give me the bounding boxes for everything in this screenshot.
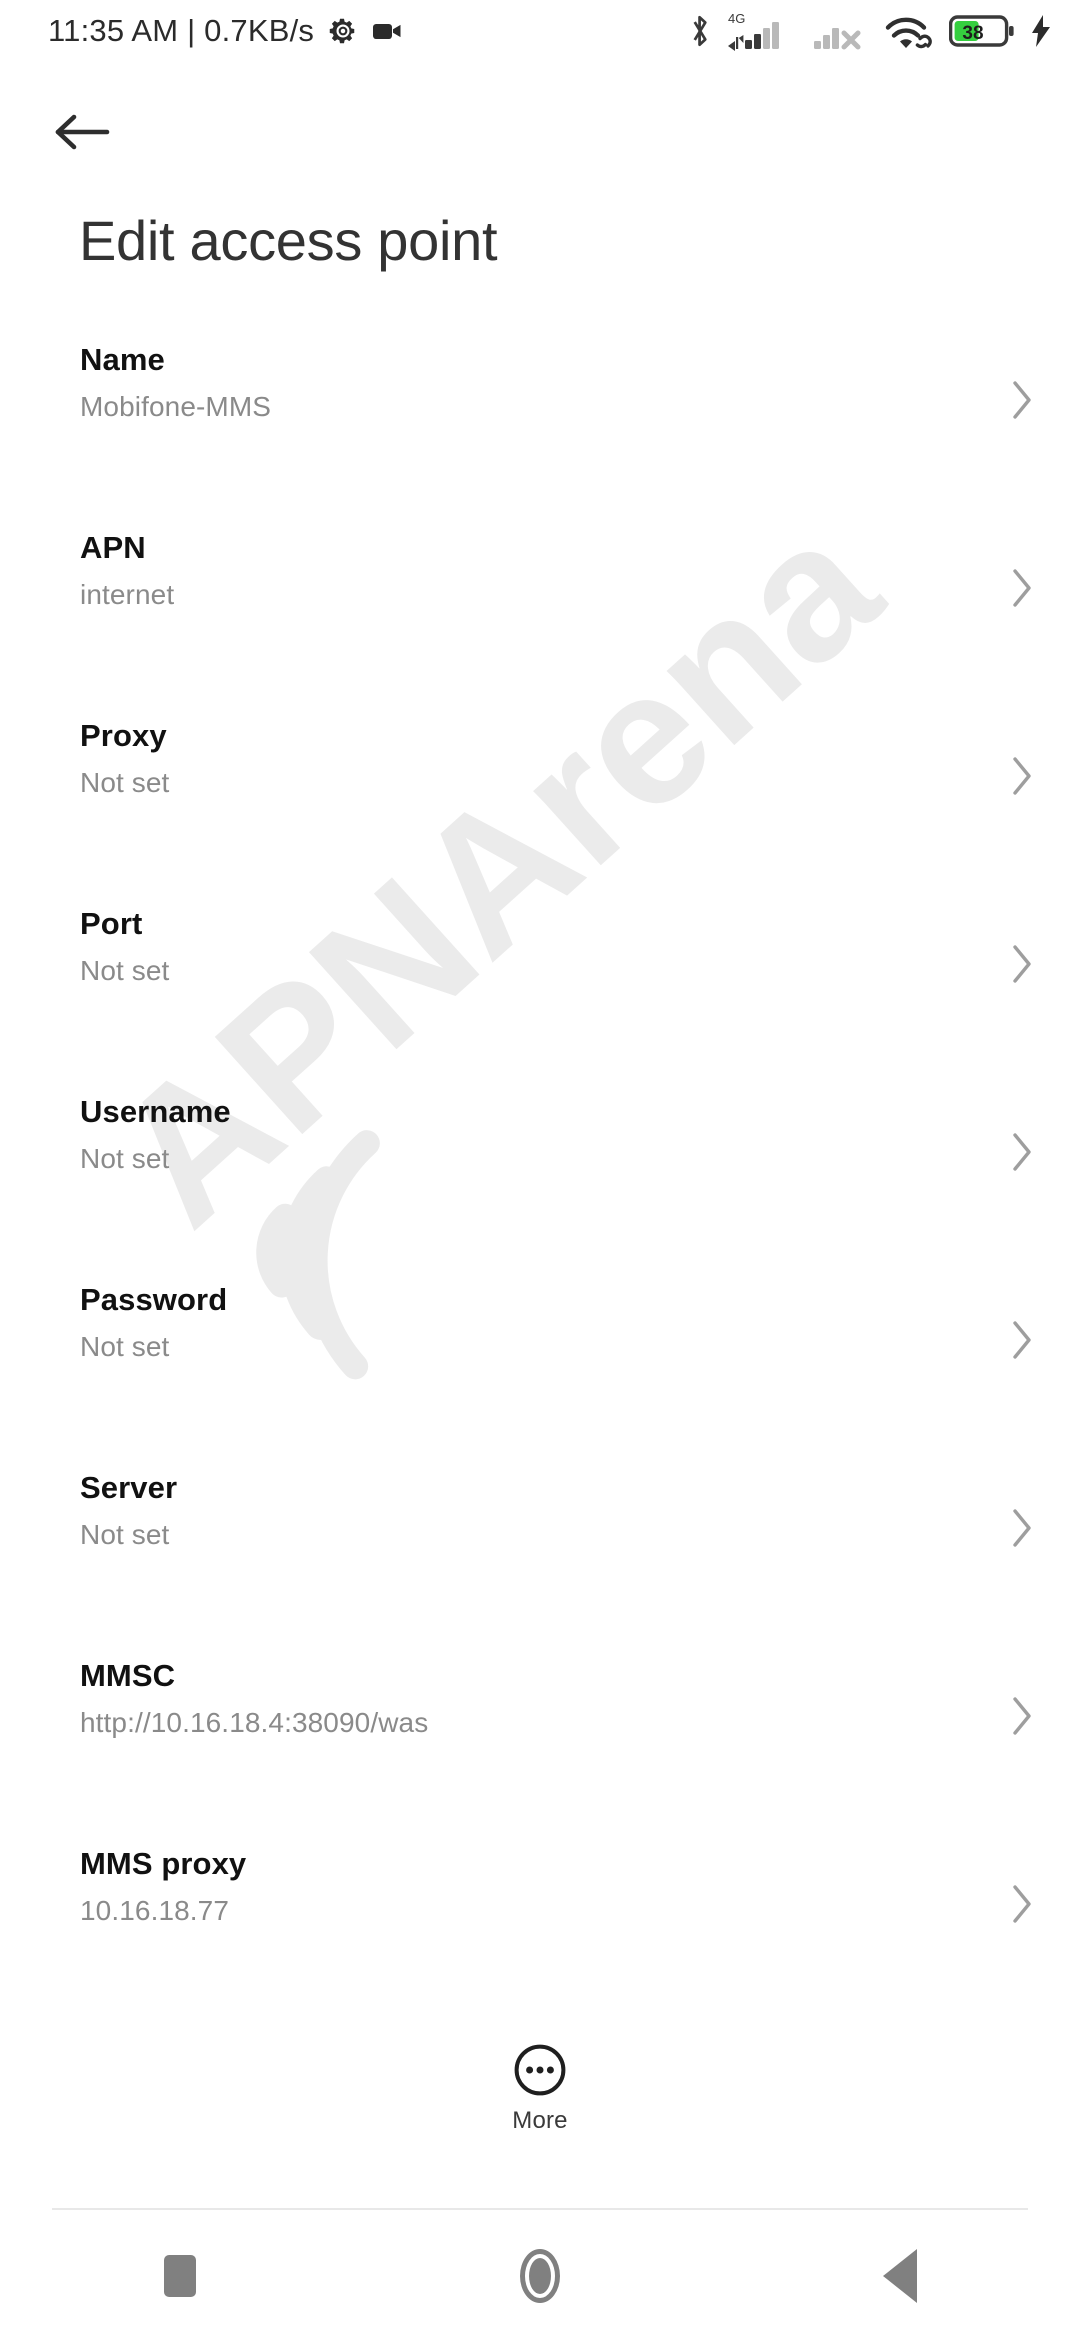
row-label: Proxy <box>80 718 167 753</box>
chevron-right-icon <box>1010 379 1034 426</box>
row-text: Name Mobifone-MMS <box>80 335 271 425</box>
row-value: Not set <box>80 1330 170 1362</box>
settings-row-proxy[interactable]: Proxy Not set <box>0 711 1080 899</box>
recents-square-icon <box>164 2255 196 2297</box>
row-label: APN <box>80 530 146 565</box>
status-bar-left: 11:35 AM | 0.7KB/s <box>48 13 404 49</box>
nav-home-button[interactable] <box>360 2212 720 2340</box>
row-text: Username Not set <box>80 1087 231 1177</box>
more-circle-dots-icon <box>514 2044 566 2096</box>
more-button-label: More <box>512 2107 568 2134</box>
settings-row-username[interactable]: Username Not set <box>0 1087 1080 1275</box>
settings-row-server[interactable]: Server Not set <box>0 1463 1080 1651</box>
video-camera-icon <box>373 24 401 39</box>
nav-back-button[interactable] <box>720 2212 1080 2340</box>
chevron-right-icon <box>1010 567 1034 614</box>
settings-list: Name Mobifone-MMS APN internet Proxy Not… <box>0 335 1080 2027</box>
row-value: http://10.16.18.4:38090/was <box>80 1706 429 1738</box>
nav-bar <box>0 2212 1080 2340</box>
status-clock-and-netspeed: 11:35 AM | 0.7KB/s <box>48 13 315 48</box>
row-label: Username <box>80 1094 231 1129</box>
row-value: Not set <box>80 1518 170 1550</box>
chevron-right-icon <box>1010 943 1034 990</box>
settings-row-port[interactable]: Port Not set <box>0 899 1080 1087</box>
signal-sim2-no-service-icon <box>814 28 861 50</box>
back-button[interactable] <box>28 84 136 180</box>
settings-row-name[interactable]: Name Mobifone-MMS <box>0 335 1080 523</box>
svg-text:4G: 4G <box>728 11 745 26</box>
row-label: MMS proxy <box>80 1846 247 1881</box>
gear-icon <box>329 18 355 44</box>
chevron-right-icon <box>1010 1507 1034 1554</box>
row-label: MMSC <box>80 1658 176 1693</box>
row-label: Password <box>80 1282 228 1317</box>
page-title: Edit access point <box>79 209 498 272</box>
battery-percent-label: 38 <box>962 23 983 44</box>
battery-icon: 38 <box>949 15 1014 47</box>
row-text: Server Not set <box>80 1463 177 1553</box>
row-value: Mobifone-MMS <box>80 390 272 422</box>
wifi-link-icon <box>885 17 932 49</box>
row-value: internet <box>80 578 175 610</box>
row-text: Proxy Not set <box>80 711 169 801</box>
charging-bolt-icon <box>1032 15 1050 47</box>
row-text: APN internet <box>80 523 174 613</box>
settings-row-mmsc[interactable]: MMSC http://10.16.18.4:38090/was <box>0 1651 1080 1839</box>
status-bar-right: 4G 38 <box>687 10 1054 52</box>
chevron-right-icon <box>1010 1883 1034 1930</box>
row-value: Not set <box>80 954 170 986</box>
bluetooth-icon <box>693 15 707 47</box>
settings-row-apn[interactable]: APN internet <box>0 523 1080 711</box>
row-value: 10.16.18.77 <box>80 1894 230 1926</box>
settings-row-password[interactable]: Password Not set <box>0 1275 1080 1463</box>
row-text: Password Not set <box>80 1275 227 1365</box>
row-text: MMSC http://10.16.18.4:38090/was <box>80 1651 428 1741</box>
signal-4g-icon: 4G <box>728 11 779 51</box>
settings-row-mms-proxy[interactable]: MMS proxy 10.16.18.77 <box>0 1839 1080 2027</box>
back-triangle-icon <box>883 2249 917 2303</box>
chevron-right-icon <box>1010 1319 1034 1366</box>
row-text: MMS proxy 10.16.18.77 <box>80 1839 246 1929</box>
nav-bar-divider <box>52 2208 1028 2210</box>
row-value: Not set <box>80 766 170 798</box>
row-text: Port Not set <box>80 899 169 989</box>
status-bar: 11:35 AM | 0.7KB/s 4G 38 <box>0 0 1080 62</box>
row-label: Server <box>80 1470 178 1505</box>
more-button[interactable]: More <box>0 2043 1080 2135</box>
arrow-left-icon <box>55 114 110 150</box>
chevron-right-icon <box>1010 1695 1034 1742</box>
row-value: Not set <box>80 1142 170 1174</box>
chevron-right-icon <box>1010 1131 1034 1178</box>
row-label: Port <box>80 906 143 941</box>
home-circle-icon <box>520 2249 560 2303</box>
app-bar <box>0 62 1080 180</box>
row-label: Name <box>80 342 165 377</box>
nav-recents-button[interactable] <box>0 2212 360 2340</box>
chevron-right-icon <box>1010 755 1034 802</box>
